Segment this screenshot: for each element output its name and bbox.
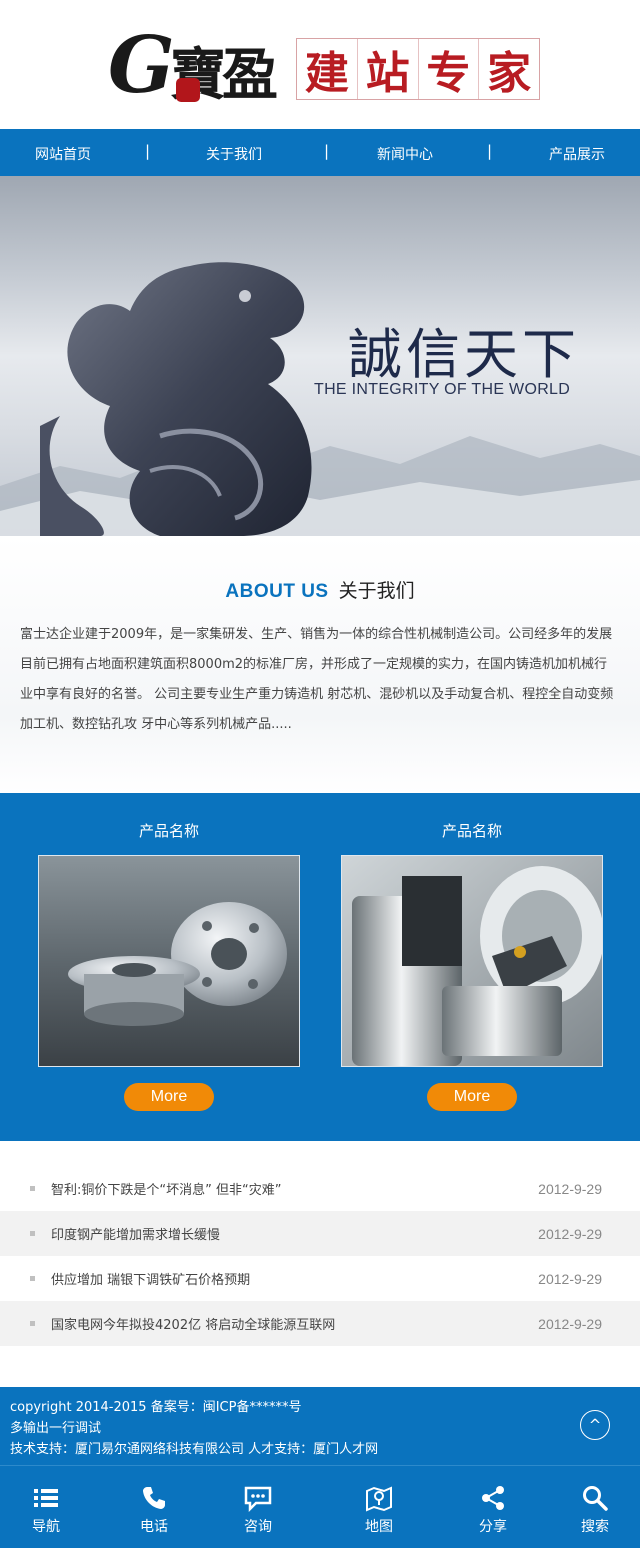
hero-banner[interactable]: 誠信天下 THE INTEGRITY OF THE WORLD <box>0 176 640 536</box>
tab-search[interactable]: 搜索 <box>545 1466 640 1548</box>
news-item[interactable]: 国家电网今年拟投4202亿 将启动全球能源互联网 2012-9-29 <box>0 1301 640 1346</box>
news-title[interactable]: 印度钢产能增加需求增长缓慢 <box>51 1224 220 1243</box>
tab-label: 地图 <box>365 1519 393 1535</box>
cnc-machine-photo <box>342 856 602 1066</box>
about-paragraph: 富士达企业建于2009年，是一家集研发、生产、销售为一体的综合性机械制造公司。公… <box>20 627 614 732</box>
bullet-icon <box>30 1186 35 1191</box>
bullet-icon <box>30 1321 35 1326</box>
nav-item-news[interactable]: 新闻中心 <box>377 144 433 164</box>
list-icon <box>34 1489 58 1507</box>
site-logo[interactable]: G 寶盈 建 站 专 家 <box>108 20 544 111</box>
nav-item-home[interactable]: 网站首页 <box>35 144 91 164</box>
news-item[interactable]: 印度钢产能增加需求增长缓慢 2012-9-29 <box>0 1211 640 1256</box>
tab-phone[interactable]: 电话 <box>104 1466 204 1548</box>
news-list: 智利:铜价下跌是个“坏消息” 但非“灾难” 2012-9-29 印度钢产能增加需… <box>0 1166 640 1346</box>
news-title[interactable]: 国家电网今年拟投4202亿 将启动全球能源互联网 <box>51 1314 335 1333</box>
about-heading: ABOUT US 关于我们 <box>0 576 640 603</box>
logo-brand-mark: G 寶盈 <box>108 20 298 111</box>
search-icon <box>583 1486 608 1511</box>
news-title[interactable]: 智利:铜价下跌是个“坏消息” 但非“灾难” <box>51 1179 281 1198</box>
tab-map[interactable]: 地图 <box>329 1466 429 1548</box>
dragon-sculpture-image <box>40 262 312 536</box>
about-title-zh: 关于我们 <box>338 580 415 602</box>
product-image[interactable] <box>38 855 300 1067</box>
product-name[interactable]: 产品名称 <box>341 793 603 855</box>
banner-slogan-zh: 誠信天下 <box>348 323 580 386</box>
products-section: 产品名称 More 产品名称 More <box>0 793 640 1141</box>
product-more-button[interactable]: More <box>427 1083 517 1111</box>
logo-slogan-char: 家 <box>487 48 532 99</box>
about-title-en: ABOUT US <box>225 581 329 602</box>
tab-label: 搜索 <box>581 1519 609 1535</box>
bullet-icon <box>30 1231 35 1236</box>
news-title[interactable]: 供应增加 瑞银下调铁矿石价格预期 <box>51 1269 250 1288</box>
chat-icon <box>244 1486 272 1512</box>
tab-share[interactable]: 分享 <box>443 1466 543 1548</box>
product-image[interactable] <box>341 855 603 1067</box>
site-header: G 寶盈 建 站 专 家 <box>0 0 640 129</box>
product-card: 产品名称 More <box>341 793 603 1111</box>
logo-slogan-char: 站 <box>358 39 419 99</box>
news-item[interactable]: 智利:铜价下跌是个“坏消息” 但非“灾难” 2012-9-29 <box>0 1166 640 1211</box>
logo-slogan-box: 建 站 专 家 <box>296 38 540 100</box>
footer-copyright: copyright 2014-2015 备案号：闽ICP备******号 <box>10 1400 302 1415</box>
back-to-top-icon[interactable]: ^ <box>580 1410 610 1440</box>
tab-label: 电话 <box>140 1519 168 1535</box>
nav-item-about[interactable]: 关于我们 <box>206 144 262 164</box>
tab-label: 导航 <box>32 1519 60 1535</box>
tab-consult[interactable]: 咨询 <box>208 1466 308 1548</box>
news-date: 2012-9-29 <box>538 1270 602 1287</box>
map-icon <box>366 1486 392 1512</box>
product-card: 产品名称 More <box>38 793 300 1111</box>
product-name[interactable]: 产品名称 <box>38 793 300 855</box>
news-date: 2012-9-29 <box>538 1315 602 1332</box>
logo-g-letter: G <box>108 20 175 111</box>
flange-parts-photo <box>39 856 299 1066</box>
tab-nav[interactable]: 导航 <box>0 1466 96 1548</box>
nav-separator: | <box>324 142 330 160</box>
footer-tech-support: 技术支持：厦门易尔通网络科技有限公司 人才支持：厦门人才网 <box>10 1442 379 1457</box>
news-date: 2012-9-29 <box>538 1225 602 1242</box>
nav-item-products[interactable]: 产品展示 <box>549 144 605 164</box>
news-date: 2012-9-29 <box>538 1180 602 1197</box>
banner-slogan-en: THE INTEGRITY OF THE WORLD <box>314 381 571 398</box>
logo-slogan-char: 专 <box>419 39 480 99</box>
about-section: ABOUT US 关于我们 富士达企业建于2009年，是一家集研发、生产、销售为一… <box>0 536 640 793</box>
product-more-button[interactable]: More <box>124 1083 214 1111</box>
news-item[interactable]: 供应增加 瑞银下调铁矿石价格预期 2012-9-29 <box>0 1256 640 1301</box>
bullet-icon <box>30 1276 35 1281</box>
phone-icon <box>143 1487 165 1509</box>
seal-icon <box>176 78 200 102</box>
share-icon <box>482 1486 504 1510</box>
tab-label: 咨询 <box>244 1519 272 1535</box>
footer-debug-line: 多输出一行调试 <box>10 1421 102 1436</box>
tab-label: 分享 <box>479 1519 507 1535</box>
nav-separator: | <box>145 142 151 160</box>
logo-slogan-char: 建 <box>297 39 358 99</box>
bottom-tab-bar: 导航 电话 咨询 地图 分享 搜索 <box>0 1465 640 1548</box>
nav-separator: | <box>487 142 493 160</box>
main-nav: 网站首页 | 关于我们 | 新闻中心 | 产品展示 <box>0 129 640 176</box>
site-footer: copyright 2014-2015 备案号：闽ICP备******号 多输出… <box>0 1387 640 1465</box>
